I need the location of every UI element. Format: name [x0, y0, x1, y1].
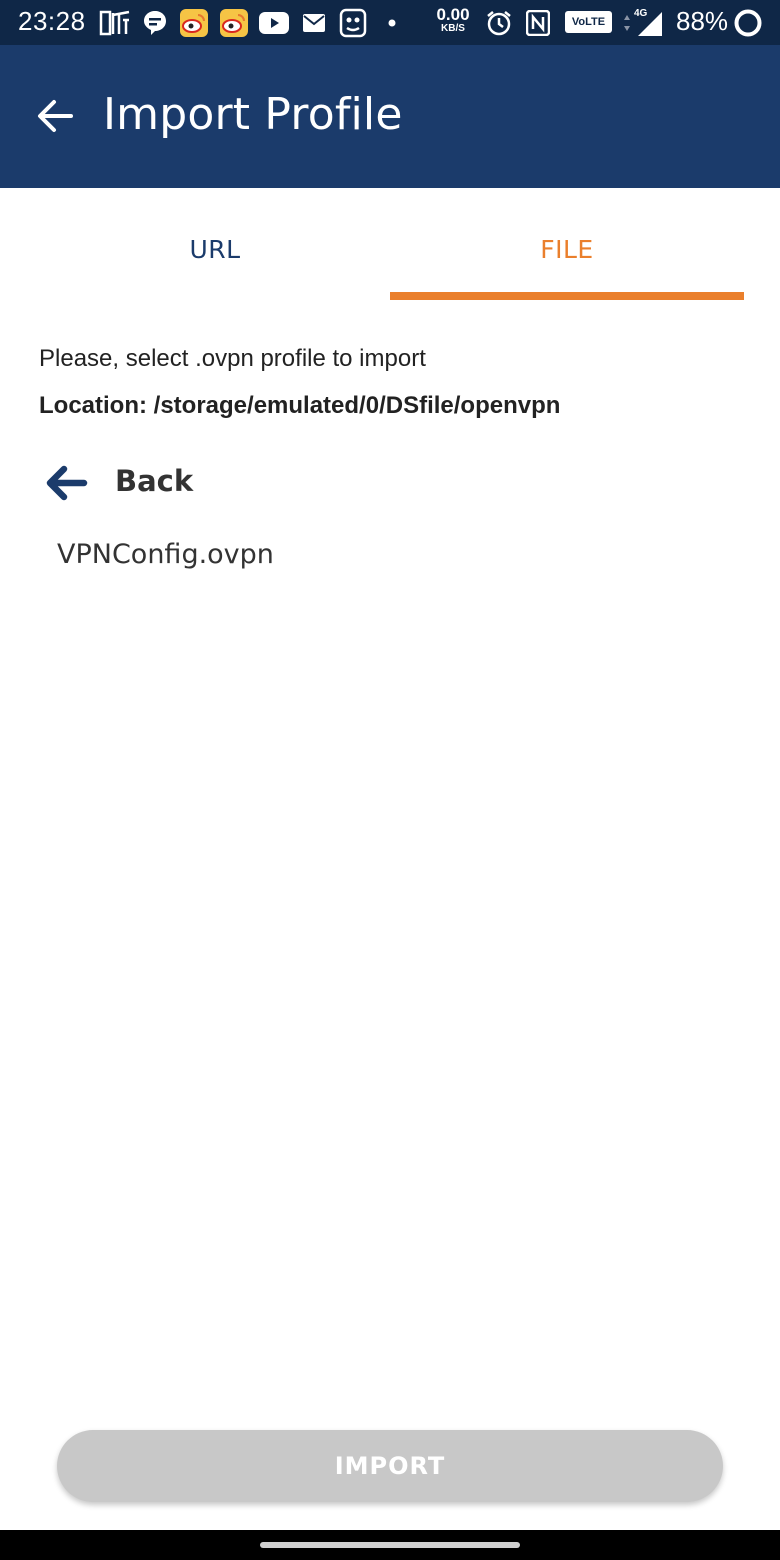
back-folder-button[interactable]: Back — [40, 455, 740, 511]
net-speed: 0.00 KB/S — [436, 5, 470, 34]
weibo-icon — [218, 8, 250, 38]
volte-badge: VoLTE — [565, 11, 612, 33]
weibo-icon — [178, 8, 210, 38]
navigation-bar — [0, 1530, 780, 1560]
select-prompt: Please, select .ovpn profile to import — [39, 345, 426, 372]
chat-bubble-icon — [142, 8, 168, 38]
page-title: Import Profile — [103, 89, 403, 140]
file-item[interactable]: VPNConfig.ovpn — [40, 528, 740, 586]
file-name: VPNConfig.ovpn — [57, 539, 274, 570]
app-icon — [338, 8, 368, 38]
nfc-icon — [525, 8, 551, 38]
app-bar: Import Profile — [0, 45, 780, 188]
tab-file-label: FILE — [540, 235, 594, 264]
status-time: 23:28 — [18, 6, 86, 36]
youtube-icon — [258, 8, 290, 38]
battery-ring-icon — [732, 8, 764, 38]
battery-percent: 88% — [676, 6, 729, 36]
signal-icon — [634, 8, 664, 38]
import-button[interactable]: IMPORT — [57, 1430, 723, 1502]
back-label: Back — [115, 464, 194, 498]
data-arrows-icon — [622, 8, 632, 38]
alarm-icon — [484, 8, 514, 38]
tab-indicator — [390, 292, 744, 300]
ting-icon — [98, 8, 132, 38]
dot-icon — [386, 8, 398, 38]
tab-url[interactable]: URL — [20, 188, 410, 302]
back-arrow-icon[interactable] — [36, 97, 74, 135]
status-bar: 23:28 0.00 KB/S VoLTE 4G 88% — [0, 0, 780, 45]
home-gesture-handle[interactable] — [260, 1542, 520, 1548]
tab-file[interactable]: FILE — [390, 188, 744, 302]
arrow-left-icon — [44, 463, 88, 503]
location-path: Location: /storage/emulated/0/DSfile/ope… — [39, 392, 561, 419]
tab-url-label: URL — [189, 235, 241, 264]
mail-icon — [302, 8, 326, 38]
